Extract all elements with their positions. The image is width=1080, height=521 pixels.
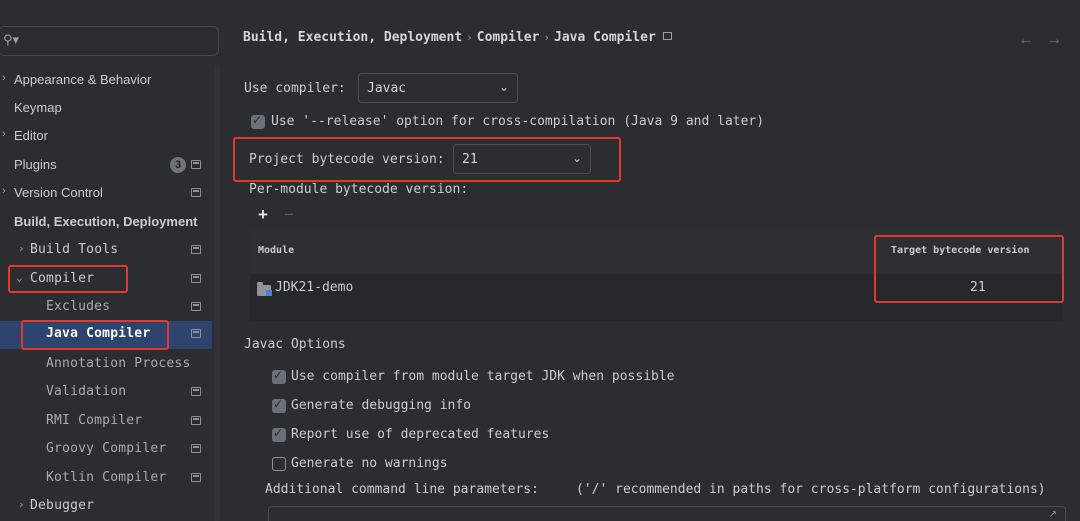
back-arrow-icon[interactable]: ← — [1018, 31, 1034, 49]
chevron-right-icon: › — [18, 242, 25, 255]
sidebar-item-label: RMI Compiler — [46, 413, 143, 428]
release-option-label: Use '--release' option for cross-compila… — [271, 114, 765, 129]
use-compiler-select[interactable]: Javac ⌄ — [358, 73, 518, 103]
option-label: Report use of deprecated features — [291, 427, 550, 442]
per-module-label: Per-module bytecode version: — [249, 182, 469, 197]
project-settings-icon — [191, 160, 201, 169]
option-checkbox-module-target-jdk[interactable] — [272, 368, 286, 384]
option-checkbox-debugging-info[interactable] — [272, 397, 286, 413]
plugins-update-badge: 3 — [170, 157, 186, 173]
params-hint: ('/' recommended in paths for cross-plat… — [576, 482, 1046, 497]
breadcrumb: Build, Execution, Deployment › Compiler › Ja… — [243, 30, 672, 45]
sidebar-item-label: Build Tools — [30, 242, 119, 257]
sidebar-scrollbar[interactable] — [214, 64, 220, 521]
sidebar-item-keymap[interactable]: Keymap — [0, 95, 212, 121]
project-settings-icon — [191, 416, 201, 425]
release-option-checkbox[interactable] — [251, 113, 265, 129]
breadcrumb-separator: › — [543, 31, 551, 44]
breadcrumb-item[interactable]: Build, Execution, Deployment — [243, 30, 462, 45]
project-settings-icon — [191, 387, 201, 396]
use-compiler-value: Javac — [367, 81, 407, 96]
sidebar-item-label: Groovy Compiler — [46, 441, 167, 456]
breadcrumb-item: Java Compiler — [554, 30, 656, 45]
expand-icon[interactable]: ↗ — [1049, 509, 1057, 520]
project-settings-icon — [191, 473, 201, 482]
sidebar-item-build-tools[interactable]: › Build Tools — [0, 237, 212, 263]
option-checkbox-no-warnings[interactable] — [272, 457, 286, 471]
chevron-right-icon: › — [18, 498, 25, 511]
sidebar-item-kotlin-compiler[interactable]: Kotlin Compiler — [0, 465, 212, 491]
sidebar-item-label: Excludes — [46, 299, 111, 314]
option-checkbox-deprecated[interactable] — [272, 426, 286, 442]
project-settings-icon — [191, 274, 201, 283]
highlight-compiler-annotation — [8, 265, 128, 293]
sidebar-item-label: Annotation Process — [46, 356, 191, 371]
params-label: Additional command line parameters: — [265, 482, 539, 497]
highlight-target-version-annotation — [874, 235, 1064, 303]
sidebar-item-editor[interactable]: › Editor — [0, 123, 212, 149]
sidebar-item-label: Plugins — [14, 157, 57, 172]
sidebar-item-build-execution-deployment[interactable]: Build, Execution, Deployment — [0, 209, 212, 235]
remove-module-button[interactable]: − — [284, 205, 294, 225]
option-label: Use compiler from module target JDK when… — [291, 369, 675, 384]
settings-sidebar: ⚲▾ › Appearance & Behavior Keymap › Edit… — [0, 0, 228, 521]
forward-arrow-icon[interactable]: → — [1046, 31, 1062, 49]
project-settings-icon — [191, 188, 201, 197]
sidebar-item-validation[interactable]: Validation — [0, 379, 212, 405]
sidebar-item-groovy-compiler[interactable]: Groovy Compiler — [0, 436, 212, 462]
sidebar-item-label: Editor — [14, 128, 48, 143]
sidebar-item-rmi-compiler[interactable]: RMI Compiler — [0, 408, 212, 434]
sidebar-item-label: Build, Execution, Deployment — [14, 214, 198, 229]
project-settings-icon — [662, 32, 672, 40]
settings-content: Build, Execution, Deployment › Compiler › Ja… — [228, 0, 1080, 521]
use-compiler-label: Use compiler: — [244, 81, 346, 96]
chevron-right-icon: › — [2, 128, 6, 140]
settings-search-field[interactable]: ⚲▾ — [0, 26, 219, 56]
sidebar-item-label: Version Control — [14, 185, 103, 200]
option-label: Generate no warnings — [291, 456, 448, 471]
chevron-right-icon: › — [2, 185, 6, 197]
breadcrumb-separator: › — [466, 31, 473, 44]
additional-params-input[interactable]: ↗ — [268, 506, 1066, 521]
module-folder-icon — [257, 282, 272, 296]
sidebar-item-label: Appearance & Behavior — [14, 72, 152, 87]
chevron-down-icon: ⌄ — [498, 80, 509, 94]
project-settings-icon — [191, 245, 201, 254]
sidebar-item-annotation-processors[interactable]: Annotation Process — [0, 351, 212, 377]
option-label: Generate debugging info — [291, 398, 472, 413]
module-name: JDK21-demo — [275, 280, 354, 295]
highlight-java-compiler-annotation — [21, 320, 169, 350]
sidebar-item-appearance-behavior[interactable]: › Appearance & Behavior — [0, 67, 212, 93]
javac-options-title: Javac Options — [244, 337, 346, 352]
sidebar-item-version-control[interactable]: › Version Control — [0, 180, 212, 206]
search-icon: ⚲▾ — [3, 32, 20, 47]
column-header-module[interactable]: Module — [258, 245, 294, 256]
project-settings-icon — [191, 302, 201, 311]
project-settings-icon — [191, 444, 201, 453]
sidebar-item-plugins[interactable]: Plugins 3 — [0, 152, 212, 178]
chevron-right-icon: › — [2, 72, 6, 84]
sidebar-item-excludes[interactable]: Excludes — [0, 294, 212, 320]
breadcrumb-item[interactable]: Compiler — [477, 30, 540, 45]
sidebar-item-debugger[interactable]: › Debugger — [0, 493, 212, 519]
sidebar-item-label: Keymap — [14, 100, 62, 115]
sidebar-item-label: Debugger — [30, 498, 95, 513]
sidebar-item-label: Validation — [46, 384, 127, 399]
add-module-button[interactable]: + — [258, 205, 268, 225]
sidebar-item-label: Kotlin Compiler — [46, 470, 167, 485]
highlight-project-bytecode-annotation — [233, 137, 621, 182]
project-settings-icon — [191, 329, 201, 338]
